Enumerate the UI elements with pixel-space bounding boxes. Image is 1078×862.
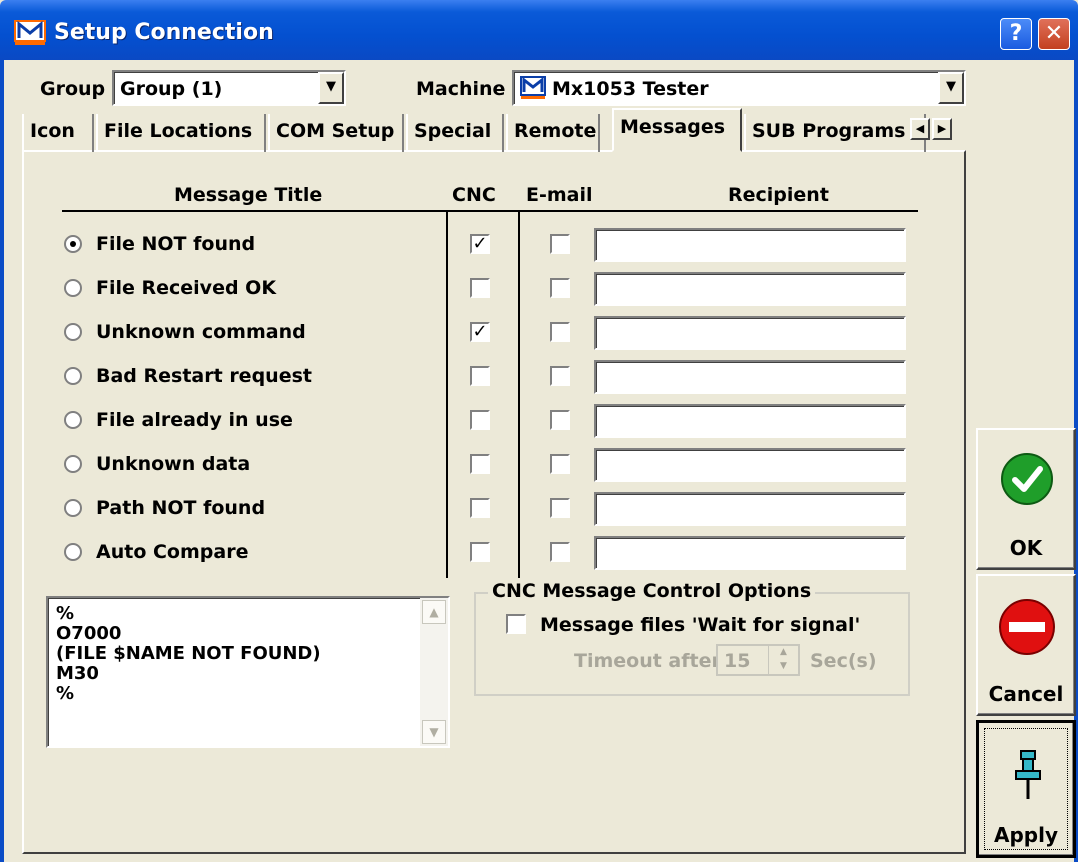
scroll-up-icon[interactable]: ▲ <box>422 600 446 624</box>
machine-select[interactable]: Mx1053 Tester ▼ <box>512 70 966 106</box>
cnc-checkbox[interactable] <box>470 278 490 298</box>
help-button[interactable]: ? <box>1000 18 1032 50</box>
message-radio[interactable] <box>64 279 82 297</box>
header-divider <box>62 210 918 212</box>
cnc-options-title: CNC Message Control Options <box>488 580 816 602</box>
window-frame-left <box>0 60 4 862</box>
group-label: Group <box>40 78 106 100</box>
app-logo-icon <box>14 20 46 45</box>
spin-down-icon[interactable]: ▼ <box>769 660 798 674</box>
stop-icon <box>999 599 1055 655</box>
scroll-down-icon[interactable]: ▼ <box>422 720 446 744</box>
email-checkbox[interactable] <box>550 234 570 254</box>
cnc-checkbox[interactable] <box>470 410 490 430</box>
pushpin-icon <box>1015 750 1041 799</box>
timeout-value: 15 <box>724 650 751 672</box>
tab-remote[interactable]: Remote <box>506 114 600 152</box>
recipient-input[interactable] <box>594 360 906 394</box>
tab-special[interactable]: Special <box>406 114 504 152</box>
message-title-label: Auto Compare <box>96 541 249 563</box>
apply-button[interactable]: Apply <box>976 720 1076 858</box>
message-radio[interactable] <box>64 235 82 253</box>
recipient-input[interactable] <box>594 316 906 350</box>
cnc-checkbox[interactable] <box>470 542 490 562</box>
ok-button-label: OK <box>1009 536 1043 560</box>
tab-com-setup[interactable]: COM Setup <box>268 114 404 152</box>
email-checkbox[interactable] <box>550 498 570 518</box>
recipient-input[interactable] <box>594 536 906 570</box>
message-title-label: Path NOT found <box>96 497 266 519</box>
spin-up-icon[interactable]: ▲ <box>769 646 798 660</box>
timeout-spinner[interactable]: 15 ▲ ▼ <box>716 644 800 676</box>
message-radio[interactable] <box>64 323 82 341</box>
column-header-email: E-mail <box>526 184 593 206</box>
spinner-buttons[interactable]: ▲ ▼ <box>768 646 798 674</box>
message-radio[interactable] <box>64 455 82 473</box>
machine-label: Machine <box>416 78 506 100</box>
recipient-input[interactable] <box>594 228 906 262</box>
message-title-label: File NOT found <box>96 233 256 255</box>
group-select[interactable]: Group (1) ▼ <box>112 70 346 106</box>
message-radio[interactable] <box>64 367 82 385</box>
cnc-options-group: CNC Message Control Options <box>474 580 910 696</box>
email-checkbox[interactable] <box>550 454 570 474</box>
column-header-recipient: Recipient <box>728 184 829 206</box>
recipient-input[interactable] <box>594 448 906 482</box>
column-header-message-title: Message Title <box>174 184 323 206</box>
message-text: % O7000 (FILE $NAME NOT FOUND) M30 % <box>56 603 321 704</box>
message-title-label: Unknown command <box>96 321 306 343</box>
timeout-unit: Sec(s) <box>810 650 877 672</box>
column-divider <box>518 212 520 578</box>
tab-sub-programs[interactable]: SUB Programs <box>744 114 926 152</box>
tab-file-locations[interactable]: File Locations <box>96 114 266 152</box>
column-divider <box>446 212 448 578</box>
checkmark-icon <box>1001 453 1053 505</box>
message-title-label: File Received OK <box>96 277 277 299</box>
email-checkbox[interactable] <box>550 542 570 562</box>
message-title-label: File already in use <box>96 409 293 431</box>
close-button[interactable]: ✕ <box>1038 18 1070 50</box>
scrollbar[interactable]: ▲ ▼ <box>420 598 448 746</box>
message-radio[interactable] <box>64 411 82 429</box>
machine-select-value: Mx1053 Tester <box>552 78 709 100</box>
cnc-checkbox[interactable] <box>470 454 490 474</box>
apply-button-label: Apply <box>993 823 1058 847</box>
recipient-input[interactable] <box>594 404 906 438</box>
window-title: Setup Connection <box>54 20 274 45</box>
message-title-label: Bad Restart request <box>96 365 312 387</box>
tab-icon[interactable]: Icon <box>22 114 94 152</box>
wait-for-signal-checkbox[interactable] <box>506 614 526 634</box>
column-header-cnc: CNC <box>452 184 496 206</box>
cnc-checkbox[interactable]: ✓ <box>470 234 490 254</box>
tab-scroll-left-icon[interactable]: ◀ <box>910 118 930 140</box>
message-text-area[interactable]: % O7000 (FILE $NAME NOT FOUND) M30 % ▲ ▼ <box>46 596 450 748</box>
timeout-label: Timeout after <box>574 650 721 672</box>
email-checkbox[interactable] <box>550 410 570 430</box>
cancel-button-label: Cancel <box>988 682 1064 706</box>
machine-icon <box>520 76 546 99</box>
chevron-down-icon[interactable]: ▼ <box>318 72 344 104</box>
recipient-input[interactable] <box>594 492 906 526</box>
email-checkbox[interactable] <box>550 322 570 342</box>
wait-for-signal-label: Message files 'Wait for signal' <box>540 614 861 636</box>
cnc-checkbox[interactable] <box>470 498 490 518</box>
cnc-checkbox[interactable] <box>470 366 490 386</box>
group-select-value: Group (1) <box>120 78 223 100</box>
message-title-label: Unknown data <box>96 453 251 475</box>
cnc-checkbox[interactable]: ✓ <box>470 322 490 342</box>
title-bar: Setup Connection ? ✕ <box>0 0 1078 60</box>
tab-scroll-right-icon[interactable]: ▶ <box>932 118 952 140</box>
cancel-button[interactable]: Cancel <box>976 574 1076 716</box>
tab-messages[interactable]: Messages <box>612 108 742 152</box>
message-radio[interactable] <box>64 543 82 561</box>
email-checkbox[interactable] <box>550 366 570 386</box>
email-checkbox[interactable] <box>550 278 570 298</box>
message-radio[interactable] <box>64 499 82 517</box>
recipient-input[interactable] <box>594 272 906 306</box>
ok-button[interactable]: OK <box>976 428 1076 570</box>
chevron-down-icon[interactable]: ▼ <box>938 72 964 104</box>
